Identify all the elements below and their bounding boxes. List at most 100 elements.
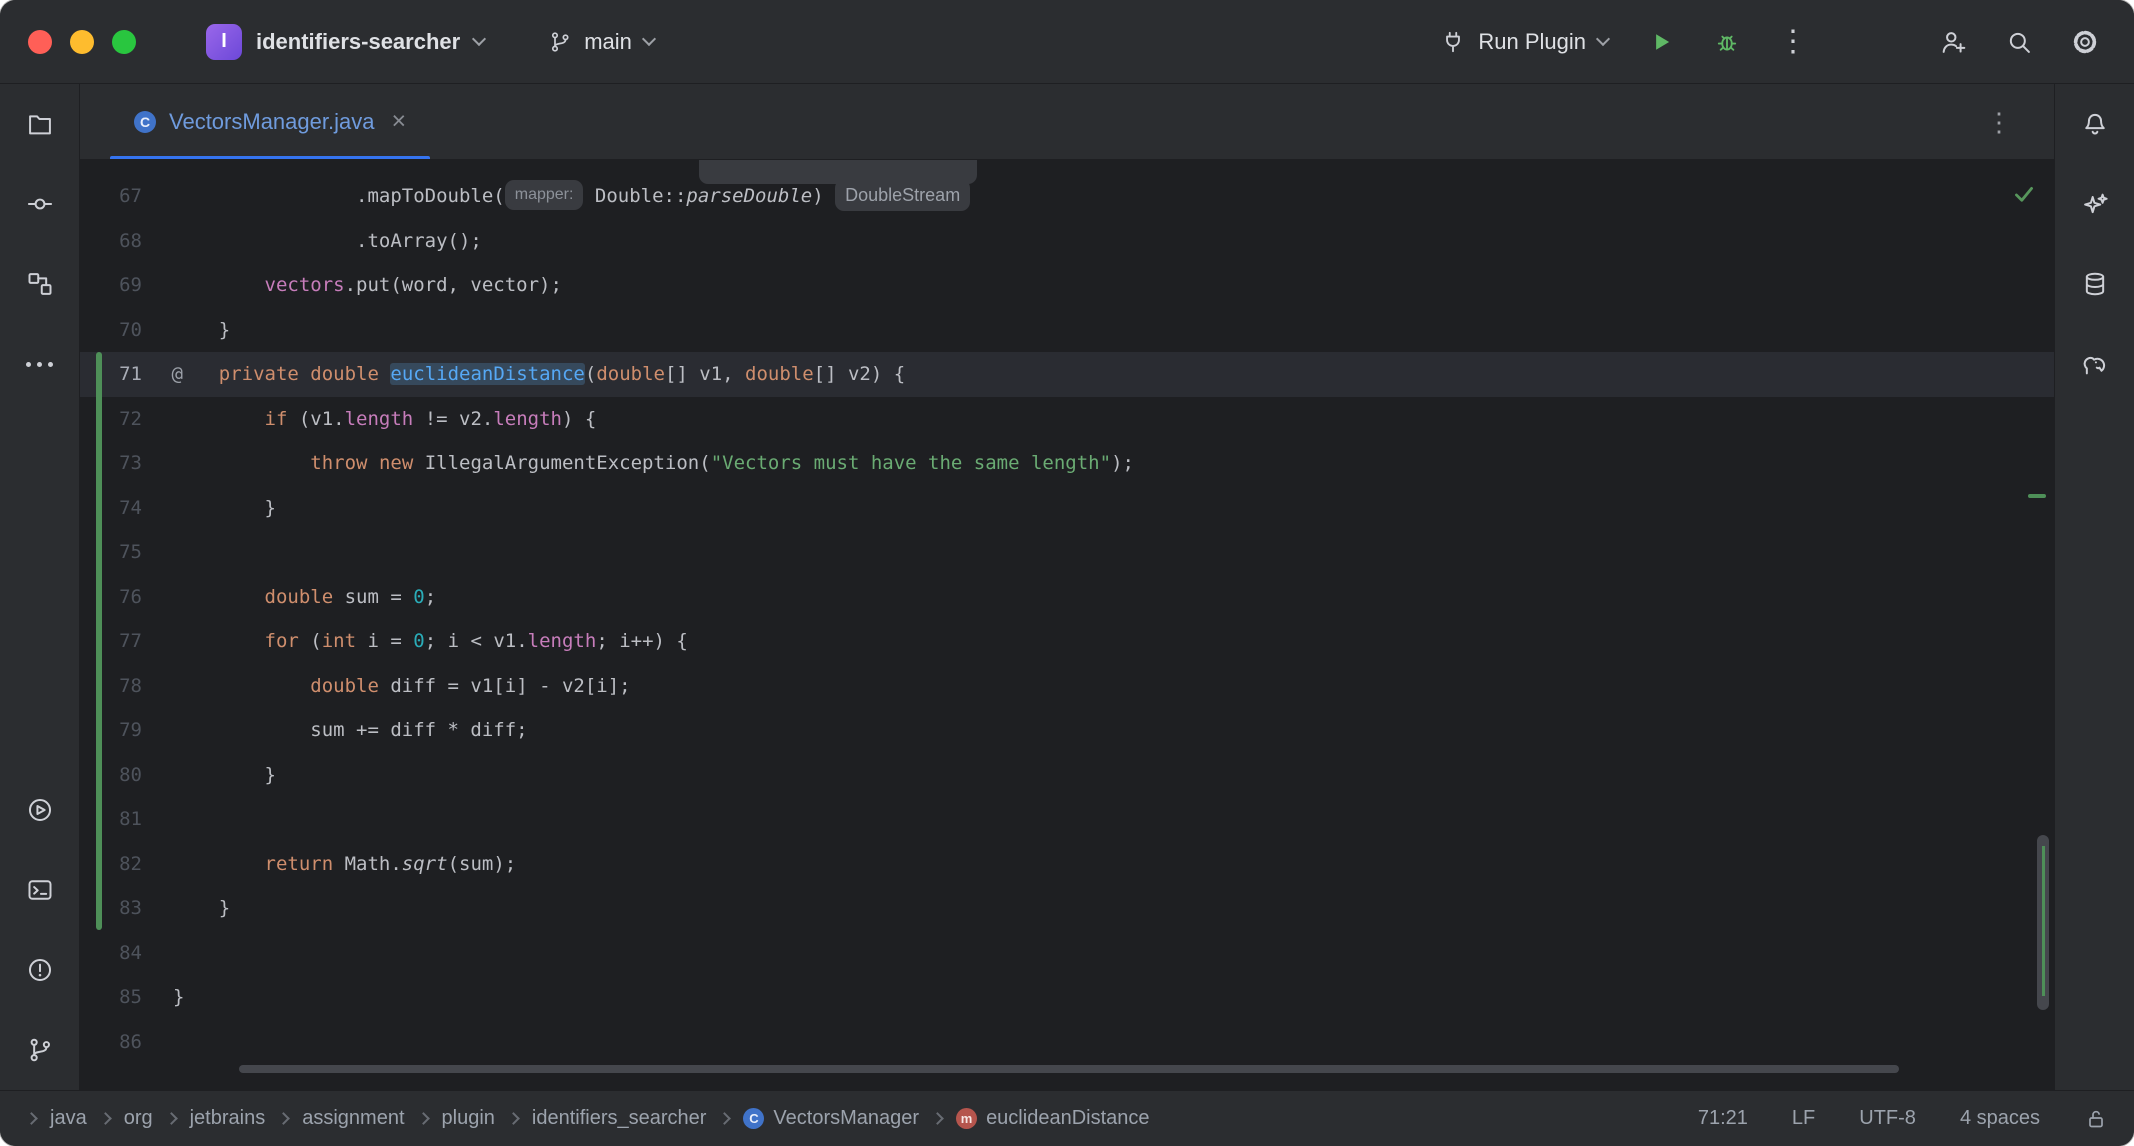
gradle-tool-button[interactable]: [2067, 336, 2123, 392]
vcs-change-marker[interactable]: [96, 352, 102, 930]
line-number[interactable]: 81: [119, 797, 142, 842]
line-number[interactable]: 68: [119, 219, 142, 264]
gutter[interactable]: 83: [80, 886, 173, 931]
line-number[interactable]: 70: [119, 308, 142, 353]
inlay-hint[interactable]: mapper:: [504, 179, 584, 210]
code-line[interactable]: 76 double sum = 0;: [80, 575, 2054, 620]
line-number[interactable]: 74: [119, 486, 142, 531]
code-line[interactable]: 78 double diff = v1[i] - v2[i];: [80, 664, 2054, 709]
commit-tool-button[interactable]: [12, 176, 68, 232]
breadcrumb-item[interactable]: jetbrains: [190, 1107, 266, 1130]
line-number[interactable]: 82: [119, 842, 142, 887]
line-separator[interactable]: LF: [1792, 1107, 1815, 1130]
code-line[interactable]: 74 }: [80, 486, 2054, 531]
code-text[interactable]: for (int i = 0; i < v1.length; i++) {: [173, 619, 688, 664]
line-number[interactable]: 84: [119, 931, 142, 976]
highlighted-identifier[interactable]: euclideanDistance: [390, 363, 585, 385]
caret-position[interactable]: 71:21: [1698, 1107, 1748, 1130]
code-editor[interactable]: 67 .mapToDouble(mapper: Double::parseDou…: [80, 160, 2054, 1090]
line-number[interactable]: 67: [119, 174, 142, 219]
breadcrumb-item[interactable]: plugin: [442, 1107, 495, 1130]
gutter[interactable]: 85: [80, 975, 173, 1020]
code-line[interactable]: 69 vectors.put(word, vector);: [80, 263, 2054, 308]
gutter[interactable]: 74: [80, 486, 173, 531]
line-number[interactable]: 80: [119, 753, 142, 798]
gutter[interactable]: 71 @: [80, 352, 183, 397]
run-tool-button[interactable]: [12, 782, 68, 838]
breadcrumb-item[interactable]: m euclideanDistance: [956, 1107, 1150, 1130]
project-tool-button[interactable]: [12, 96, 68, 152]
gutter[interactable]: 86: [80, 1020, 173, 1065]
branch-widget[interactable]: main: [538, 21, 664, 63]
line-number[interactable]: 71: [119, 352, 142, 397]
code-line[interactable]: 73 throw new IllegalArgumentException("V…: [80, 441, 2054, 486]
gutter[interactable]: 70: [80, 308, 173, 353]
run-configuration-widget[interactable]: Run Plugin: [1432, 23, 1616, 61]
file-encoding[interactable]: UTF-8: [1859, 1107, 1916, 1130]
gutter[interactable]: 67: [80, 174, 173, 219]
inspections-widget[interactable]: [2010, 180, 2038, 213]
tab-vectorsmanager[interactable]: C VectorsManager.java ×: [110, 84, 431, 159]
gutter[interactable]: 77: [80, 619, 173, 664]
gutter[interactable]: 78: [80, 664, 173, 709]
code-text[interactable]: }: [173, 975, 184, 1020]
gutter[interactable]: 84: [80, 931, 173, 976]
line-number[interactable]: 73: [119, 441, 142, 486]
code-text[interactable]: }: [173, 753, 276, 798]
error-stripe-mark[interactable]: [2028, 494, 2046, 498]
tab-options-button[interactable]: ⋮: [1978, 101, 2020, 143]
code-line[interactable]: 84: [80, 931, 2054, 976]
more-actions-button[interactable]: ⋮: [1772, 21, 1814, 63]
code-line[interactable]: 81: [80, 797, 2054, 842]
line-number[interactable]: 69: [119, 263, 142, 308]
code-line[interactable]: 83 }: [80, 886, 2054, 931]
debug-button[interactable]: [1706, 21, 1748, 63]
line-number[interactable]: 79: [119, 708, 142, 753]
breadcrumb-item[interactable]: java: [50, 1107, 87, 1130]
gutter[interactable]: 72: [80, 397, 173, 442]
more-tools-button[interactable]: [12, 336, 68, 392]
code-line[interactable]: 82 return Math.sqrt(sum);: [80, 842, 2054, 887]
annotation-gutter-icon[interactable]: @: [172, 352, 183, 397]
ai-assistant-button[interactable]: [2067, 176, 2123, 232]
code-line[interactable]: 75: [80, 530, 2054, 575]
line-number[interactable]: 76: [119, 575, 142, 620]
gutter[interactable]: 76: [80, 575, 173, 620]
run-button[interactable]: [1640, 21, 1682, 63]
code-text[interactable]: }: [173, 308, 230, 353]
notifications-button[interactable]: [2067, 96, 2123, 152]
code-text[interactable]: }: [173, 486, 276, 531]
code-line[interactable]: 71 @ private double euclideanDistance(dou…: [80, 352, 2054, 397]
code-text[interactable]: return Math.sqrt(sum);: [173, 842, 517, 887]
code-line[interactable]: 79 sum += diff * diff;: [80, 708, 2054, 753]
close-tab-icon[interactable]: ×: [391, 109, 406, 134]
line-number[interactable]: 85: [119, 975, 142, 1020]
code-text[interactable]: double sum = 0;: [173, 575, 437, 620]
gutter[interactable]: 68: [80, 219, 173, 264]
settings-button[interactable]: [2064, 21, 2106, 63]
line-number[interactable]: 75: [119, 530, 142, 575]
gutter[interactable]: 80: [80, 753, 173, 798]
version-control-tool-button[interactable]: [12, 1022, 68, 1078]
breadcrumb-item[interactable]: assignment: [302, 1107, 404, 1130]
gutter[interactable]: 69: [80, 263, 173, 308]
code-with-me-button[interactable]: [1932, 21, 1974, 63]
search-everywhere-button[interactable]: [1998, 21, 2040, 63]
code-line[interactable]: 85}: [80, 975, 2054, 1020]
code-text[interactable]: sum += diff * diff;: [173, 708, 527, 753]
line-number[interactable]: 86: [119, 1020, 142, 1065]
code-line[interactable]: 68 .toArray();: [80, 219, 2054, 264]
horizontal-scrollbar[interactable]: [239, 1065, 1899, 1073]
gutter[interactable]: 81: [80, 797, 173, 842]
breadcrumb-item[interactable]: C VectorsManager: [743, 1107, 919, 1130]
code-text[interactable]: vectors.put(word, vector);: [173, 263, 562, 308]
problems-tool-button[interactable]: [12, 942, 68, 998]
terminal-tool-button[interactable]: [12, 862, 68, 918]
code-text[interactable]: .toArray();: [173, 219, 482, 264]
gutter[interactable]: 73: [80, 441, 173, 486]
breadcrumb-item[interactable]: identifiers_searcher: [532, 1107, 707, 1130]
error-stripe-change-mark[interactable]: [2042, 846, 2045, 996]
code-line[interactable]: 80 }: [80, 753, 2054, 798]
unlock-icon[interactable]: [2084, 1107, 2108, 1131]
code-text[interactable]: throw new IllegalArgumentException("Vect…: [173, 441, 1134, 486]
